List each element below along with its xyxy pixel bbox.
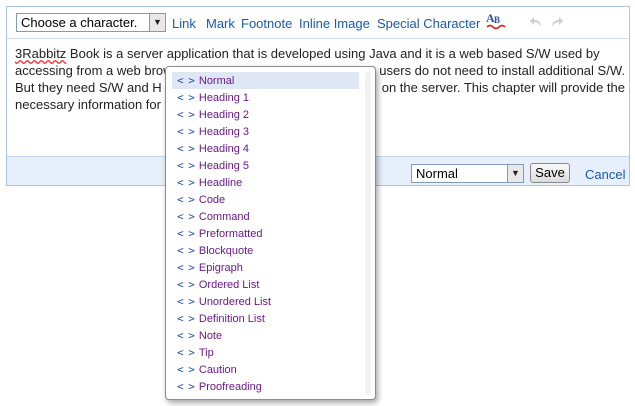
style-option-proofreading[interactable]: < > Proofreading [172, 378, 359, 395]
style-option-label: Heading 2 [198, 109, 250, 121]
style-option-heading-2[interactable]: < > Heading 2 [172, 106, 359, 123]
chevron-down-icon[interactable]: ▼ [507, 165, 523, 182]
redo-icon[interactable] [550, 16, 564, 28]
tag-icon: < > [177, 176, 195, 189]
style-option-label: Definition List [198, 313, 265, 325]
style-option-label: Ordered List [198, 279, 260, 291]
style-option-heading-1[interactable]: < > Heading 1 [172, 89, 359, 106]
style-option-label: Note [198, 330, 223, 342]
style-option-caution[interactable]: < > Caution [172, 361, 359, 378]
style-option-epigraph[interactable]: < > Epigraph [172, 259, 359, 276]
tag-icon: < > [177, 312, 195, 325]
chevron-down-icon[interactable]: ▼ [149, 14, 165, 31]
tag-icon: < > [177, 363, 195, 376]
svg-text:B: B [494, 15, 500, 25]
tag-icon: < > [177, 244, 195, 257]
style-option-preformatted[interactable]: < > Preformatted [172, 225, 359, 242]
style-option-label: Blockquote [198, 245, 254, 257]
save-button[interactable]: Save [530, 163, 570, 183]
style-list: < > Normal < > Heading 1 < > Heading 2 < > Head… [166, 67, 375, 395]
style-option-label: Epigraph [198, 262, 243, 274]
paragraph-style-menu: < > Normal < > Heading 1 < > Heading 2 < > Head… [165, 66, 376, 400]
paragraph-style-select[interactable]: Normal ▼ [411, 164, 524, 183]
style-option-heading-5[interactable]: < > Heading 5 [172, 157, 359, 174]
style-option-command[interactable]: < > Command [172, 208, 359, 225]
tag-icon: < > [177, 329, 195, 342]
cancel-button[interactable]: Cancel [585, 167, 625, 182]
style-option-code[interactable]: < > Code [172, 191, 359, 208]
mark-button[interactable]: Mark [206, 16, 235, 31]
style-option-label: Normal [198, 75, 235, 87]
misspelled-word: 3Rabbitz [15, 46, 67, 61]
style-option-label: Unordered List [198, 296, 272, 308]
style-option-tip[interactable]: < > Tip [172, 344, 359, 361]
style-option-label: Proofreading [198, 381, 262, 393]
link-button[interactable]: Link [172, 16, 196, 31]
style-option-label: Heading 1 [198, 92, 250, 104]
style-option-blockquote[interactable]: < > Blockquote [172, 242, 359, 259]
style-option-label: Command [198, 211, 250, 223]
tag-icon: < > [177, 380, 195, 393]
tag-icon: < > [177, 125, 195, 138]
inline-image-button[interactable]: Inline Image [299, 16, 370, 31]
character-select-value: Choose a character. [21, 15, 138, 30]
character-select[interactable]: Choose a character. ▼ [16, 13, 166, 32]
style-option-label: Tip [198, 347, 214, 359]
style-option-label: Code [198, 194, 226, 206]
style-option-unordered-list[interactable]: < > Unordered List [172, 293, 359, 310]
tag-icon: < > [177, 346, 195, 359]
style-option-normal[interactable]: < > Normal [172, 72, 359, 89]
paragraph-style-value: Normal [416, 166, 458, 181]
style-option-label: Headline [198, 177, 243, 189]
footnote-button[interactable]: Footnote [241, 16, 292, 31]
tag-icon: < > [177, 74, 195, 87]
tag-icon: < > [177, 91, 195, 104]
style-option-label: Preformatted [198, 228, 263, 240]
style-option-ordered-list[interactable]: < > Ordered List [172, 276, 359, 293]
special-character-button[interactable]: Special Character [377, 16, 480, 31]
tag-icon: < > [177, 210, 195, 223]
style-option-headline[interactable]: < > Headline [172, 174, 359, 191]
undo-icon[interactable] [529, 16, 543, 28]
tag-icon: < > [177, 142, 195, 155]
style-option-heading-4[interactable]: < > Heading 4 [172, 140, 359, 157]
style-option-label: Heading 5 [198, 160, 250, 172]
text-line: 3Rabbitz Book is a server application th… [15, 46, 600, 61]
tag-icon: < > [177, 295, 195, 308]
style-option-definition-list[interactable]: < > Definition List [172, 310, 359, 327]
style-option-heading-3[interactable]: < > Heading 3 [172, 123, 359, 140]
style-option-label: Heading 4 [198, 143, 250, 155]
editor-toolbar: Choose a character. ▼ Link Mark Footnote… [7, 7, 629, 39]
tag-icon: < > [177, 193, 195, 206]
tag-icon: < > [177, 227, 195, 240]
style-option-label: Heading 3 [198, 126, 250, 138]
tag-icon: < > [177, 261, 195, 274]
style-option-note[interactable]: < > Note [172, 327, 359, 344]
spellcheck-icon[interactable]: A B [484, 11, 506, 33]
style-option-label: Caution [198, 364, 237, 376]
tag-icon: < > [177, 278, 195, 291]
tag-icon: < > [177, 108, 195, 121]
tag-icon: < > [177, 159, 195, 172]
scrollbar[interactable] [363, 71, 373, 395]
